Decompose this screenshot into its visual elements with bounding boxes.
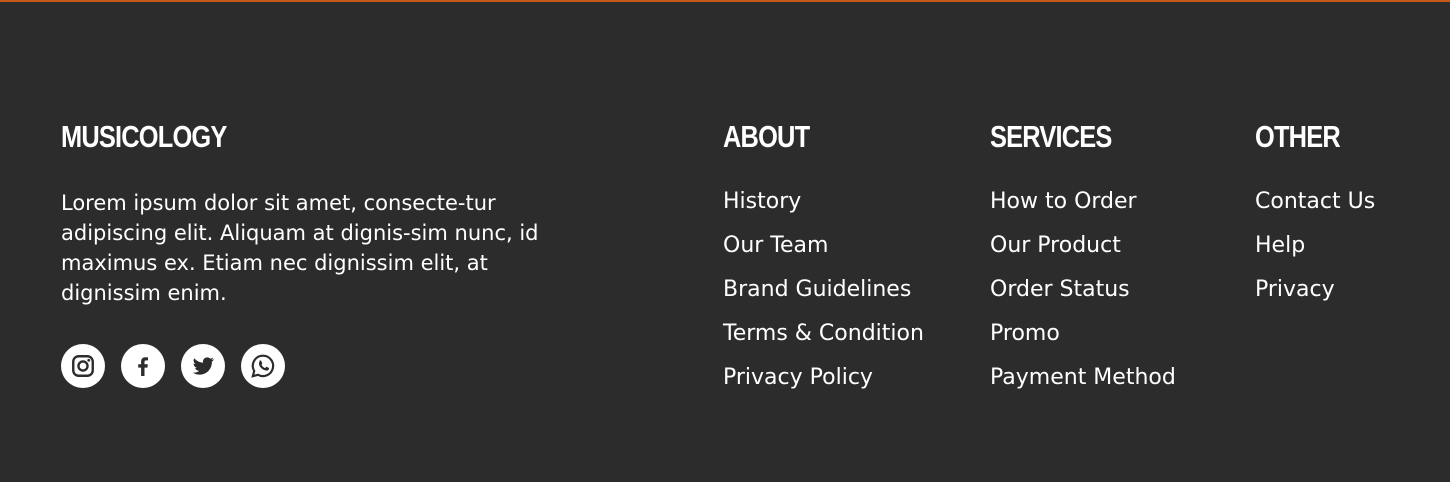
- services-link-our-product[interactable]: Our Product: [990, 231, 1176, 275]
- whatsapp-link[interactable]: [241, 344, 285, 388]
- about-link-history[interactable]: History: [723, 187, 924, 231]
- about-link-privacy-policy[interactable]: Privacy Policy: [723, 363, 924, 407]
- services-heading: SERVICES: [990, 119, 1112, 154]
- about-link-our-team[interactable]: Our Team: [723, 231, 924, 275]
- instagram-link[interactable]: [61, 344, 105, 388]
- services-link-promo[interactable]: Promo: [990, 319, 1176, 363]
- twitter-link[interactable]: [181, 344, 225, 388]
- other-link-privacy[interactable]: Privacy: [1255, 275, 1375, 319]
- brand-column: MUSICOLOGY Lorem ipsum dolor sit amet, c…: [61, 118, 561, 308]
- social-links: [61, 344, 285, 388]
- other-column: OTHER Contact Us Help Privacy: [1255, 118, 1375, 319]
- site-footer: MUSICOLOGY Lorem ipsum dolor sit amet, c…: [0, 0, 1450, 482]
- services-column: SERVICES How to Order Our Product Order …: [990, 118, 1176, 407]
- about-heading: ABOUT: [723, 119, 810, 154]
- services-links: How to Order Our Product Order Status Pr…: [990, 187, 1176, 407]
- about-links: History Our Team Brand Guidelines Terms …: [723, 187, 924, 407]
- instagram-icon: [72, 355, 94, 377]
- twitter-icon: [192, 357, 215, 375]
- facebook-link[interactable]: [121, 344, 165, 388]
- about-column: ABOUT History Our Team Brand Guidelines …: [723, 118, 924, 407]
- about-link-brand-guidelines[interactable]: Brand Guidelines: [723, 275, 924, 319]
- whatsapp-icon: [251, 354, 275, 378]
- other-link-contact-us[interactable]: Contact Us: [1255, 187, 1375, 231]
- about-link-terms[interactable]: Terms & Condition: [723, 319, 924, 363]
- services-link-payment-method[interactable]: Payment Method: [990, 363, 1176, 407]
- services-link-how-to-order[interactable]: How to Order: [990, 187, 1176, 231]
- other-link-help[interactable]: Help: [1255, 231, 1375, 275]
- services-link-order-status[interactable]: Order Status: [990, 275, 1176, 319]
- brand-description: Lorem ipsum dolor sit amet, consecte-tur…: [61, 191, 539, 305]
- other-heading: OTHER: [1255, 119, 1341, 154]
- facebook-icon: [138, 357, 148, 376]
- brand-name: MUSICOLOGY: [61, 119, 227, 154]
- other-links: Contact Us Help Privacy: [1255, 187, 1375, 319]
